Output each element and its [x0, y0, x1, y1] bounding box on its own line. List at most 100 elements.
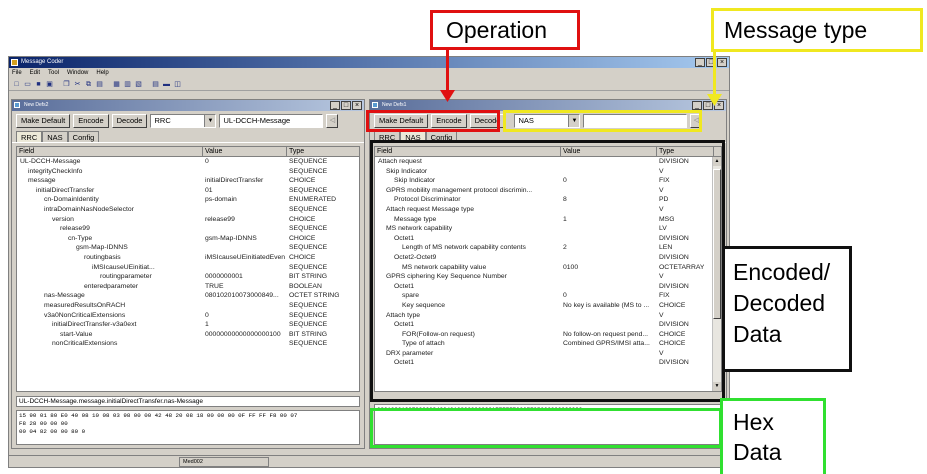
- tree-field: enteredparameter: [84, 282, 139, 290]
- operation-arrow: [446, 48, 449, 94]
- left-field-grid: Field Value Type UL-DCCH-Message 0 SEQUENC…: [16, 146, 360, 392]
- tree-row[interactable]: cn-DomainIdentity ps-domain ENUMERATED: [17, 195, 359, 205]
- window-icon[interactable]: ▦: [112, 80, 121, 89]
- paste-icon[interactable]: ▤: [95, 80, 104, 89]
- message-type-callout-frame: [711, 8, 923, 52]
- tree-field: nonCriticalExtensions: [52, 340, 118, 348]
- operation-callout-frame: [430, 10, 580, 50]
- copy-icon[interactable]: ❐: [62, 80, 71, 89]
- message-type-field[interactable]: UL-DCCH-Message: [219, 114, 324, 128]
- tree-row[interactable]: nonCriticalExtensions SEQUENCE: [17, 339, 359, 349]
- encoded-decoded-highlight: [370, 140, 725, 402]
- tree-row[interactable]: enteredparameter TRUE BOOLEAN: [17, 282, 359, 292]
- tree-row[interactable]: measuredResultsOnRACH SEQUENCE: [17, 301, 359, 311]
- menu-tool[interactable]: Tool: [48, 68, 59, 78]
- left-hex-data[interactable]: 15 90 01 80 E0 40 08 10 08 03 98 00 00 4…: [16, 410, 360, 445]
- tree-row[interactable]: UL-DCCH-Message 0 SEQUENCE: [17, 157, 359, 167]
- tree-row[interactable]: cn-Type gsm-Map-IDNNS CHOICE: [17, 234, 359, 244]
- save-icon[interactable]: ■: [34, 80, 43, 89]
- tree-row[interactable]: routingparameter 0000000001 BIT STRING: [17, 272, 359, 282]
- tab-config[interactable]: Config: [67, 131, 100, 142]
- tree-type: BIT STRING: [289, 330, 328, 338]
- tree-row[interactable]: start-Value 00000000000000000100 BIT STRIN…: [17, 330, 359, 340]
- tree-row[interactable]: release99 SEQUENCE: [17, 224, 359, 234]
- tree-field: cn-Type: [68, 234, 93, 242]
- maximize-icon[interactable]: □: [341, 101, 351, 110]
- left-window-title-bar: New Defs2 _ □ ×: [12, 100, 364, 111]
- tree-value: 00000000000000000100: [205, 330, 281, 338]
- tile-icon[interactable]: ◫: [173, 80, 182, 89]
- tree-row[interactable]: message initialDirectTransfer CHOICE: [17, 176, 359, 186]
- protocol-value: RRC: [154, 116, 171, 125]
- tree-field: message: [28, 177, 56, 185]
- tree-value: 0: [205, 158, 209, 165]
- browse-icon[interactable]: ◁: [326, 114, 339, 128]
- tree-field: v3a0NonCriticalExtensions: [44, 311, 126, 319]
- tab-rrc[interactable]: RRC: [16, 131, 43, 142]
- tree-type: CHOICE: [289, 234, 316, 242]
- new-icon[interactable]: □: [12, 80, 21, 89]
- tree-row[interactable]: v3a0NonCriticalExtensions 0 SEQUENCE: [17, 311, 359, 321]
- tree-value: 0: [205, 311, 209, 319]
- minimize-icon[interactable]: _: [695, 58, 705, 67]
- tree-type: SEQUENCE: [289, 263, 328, 271]
- menu-file[interactable]: File: [12, 68, 22, 78]
- tile-icon[interactable]: ▤: [151, 80, 160, 89]
- close-icon[interactable]: ×: [717, 58, 727, 67]
- copy-icon[interactable]: ⧉: [84, 80, 93, 89]
- tree-row[interactable]: nas-Message 080102010073000849... OCTET ST…: [17, 291, 359, 301]
- hex-data-callout: Hex Data: [720, 398, 826, 474]
- tree-row[interactable]: initialDirectTransfer-v3a0ext 1 SEQUENCE: [17, 320, 359, 330]
- tree-type: SEQUENCE: [289, 225, 328, 233]
- menu-window[interactable]: Window: [67, 68, 88, 78]
- tree-row[interactable]: version release99 CHOICE: [17, 215, 359, 225]
- column-header-field[interactable]: Field: [17, 147, 203, 157]
- minimize-icon[interactable]: _: [692, 101, 702, 110]
- tree-value: release99: [205, 215, 235, 223]
- window-icon[interactable]: ▥: [123, 80, 132, 89]
- tree-value: 080102010073000849...: [205, 292, 279, 300]
- minimize-icon[interactable]: _: [330, 101, 340, 110]
- encode-button[interactable]: Encode: [73, 114, 109, 128]
- toolbar: □ ▭ ■ ▣ ❐ ✂ ⧉ ▤ ▦ ▥ ▧ ▤ ▬ ◫: [9, 78, 729, 91]
- tab-nas[interactable]: NAS: [42, 131, 68, 142]
- open-icon[interactable]: ▭: [23, 80, 32, 89]
- window-icon[interactable]: ▧: [134, 80, 143, 89]
- tile-icon[interactable]: ▬: [162, 80, 171, 89]
- tree-row[interactable]: integrityCheckInfo SEQUENCE: [17, 167, 359, 177]
- menu-help[interactable]: Help: [96, 68, 108, 78]
- tree-field: nas-Message: [44, 292, 85, 300]
- decoded-label: Decoded: [733, 290, 826, 316]
- tree-value: TRUE: [205, 282, 224, 290]
- tree-field: measuredResultsOnRACH: [44, 301, 126, 309]
- document-icon: [372, 102, 378, 108]
- tree-value: ps-domain: [205, 196, 237, 204]
- chevron-down-icon[interactable]: ▼: [204, 115, 216, 127]
- tree-field: UL-DCCH-Message: [20, 158, 81, 165]
- tree-row[interactable]: gsm-Map-IDNNS SEQUENCE: [17, 243, 359, 253]
- column-header-value[interactable]: Value: [203, 147, 287, 157]
- protocol-select[interactable]: RRC ▼: [150, 114, 217, 128]
- column-header-type[interactable]: Type: [287, 147, 359, 157]
- tree-type: SEQUENCE: [289, 167, 328, 175]
- cut-icon[interactable]: ✂: [73, 80, 82, 89]
- decode-button[interactable]: Decode: [111, 114, 148, 128]
- encoded-label: Encoded/: [733, 259, 831, 285]
- document-icon: [14, 102, 20, 108]
- menu-edit[interactable]: Edit: [30, 68, 40, 78]
- tree-row[interactable]: intraDomainNasNodeSelector SEQUENCE: [17, 205, 359, 215]
- tree-type: SEQUENCE: [289, 311, 328, 319]
- tree-row[interactable]: routingbasis iMSIcauseUEinitiatedEvent CHO…: [17, 253, 359, 263]
- make-default-button[interactable]: Make Default: [16, 114, 71, 128]
- close-icon[interactable]: ×: [352, 101, 362, 110]
- print-icon[interactable]: ▣: [45, 80, 54, 89]
- message-type-arrow: [713, 50, 716, 98]
- tree-type: OCTET STRING: [289, 292, 340, 300]
- tree-type: CHOICE: [289, 215, 316, 223]
- left-operation-row: Make Default Encode Decode RRC ▼ UL-DCCH…: [12, 111, 364, 131]
- tree-field: intraDomainNasNodeSelector: [44, 205, 134, 213]
- app-title: Message Coder: [21, 59, 64, 65]
- app-title-bar: Message Coder _ □ ×: [9, 57, 729, 68]
- tree-row[interactable]: initialDirectTransfer 01 SEQUENCE: [17, 186, 359, 196]
- tree-row[interactable]: iMSIcauseUEinitiat... SEQUENCE: [17, 263, 359, 273]
